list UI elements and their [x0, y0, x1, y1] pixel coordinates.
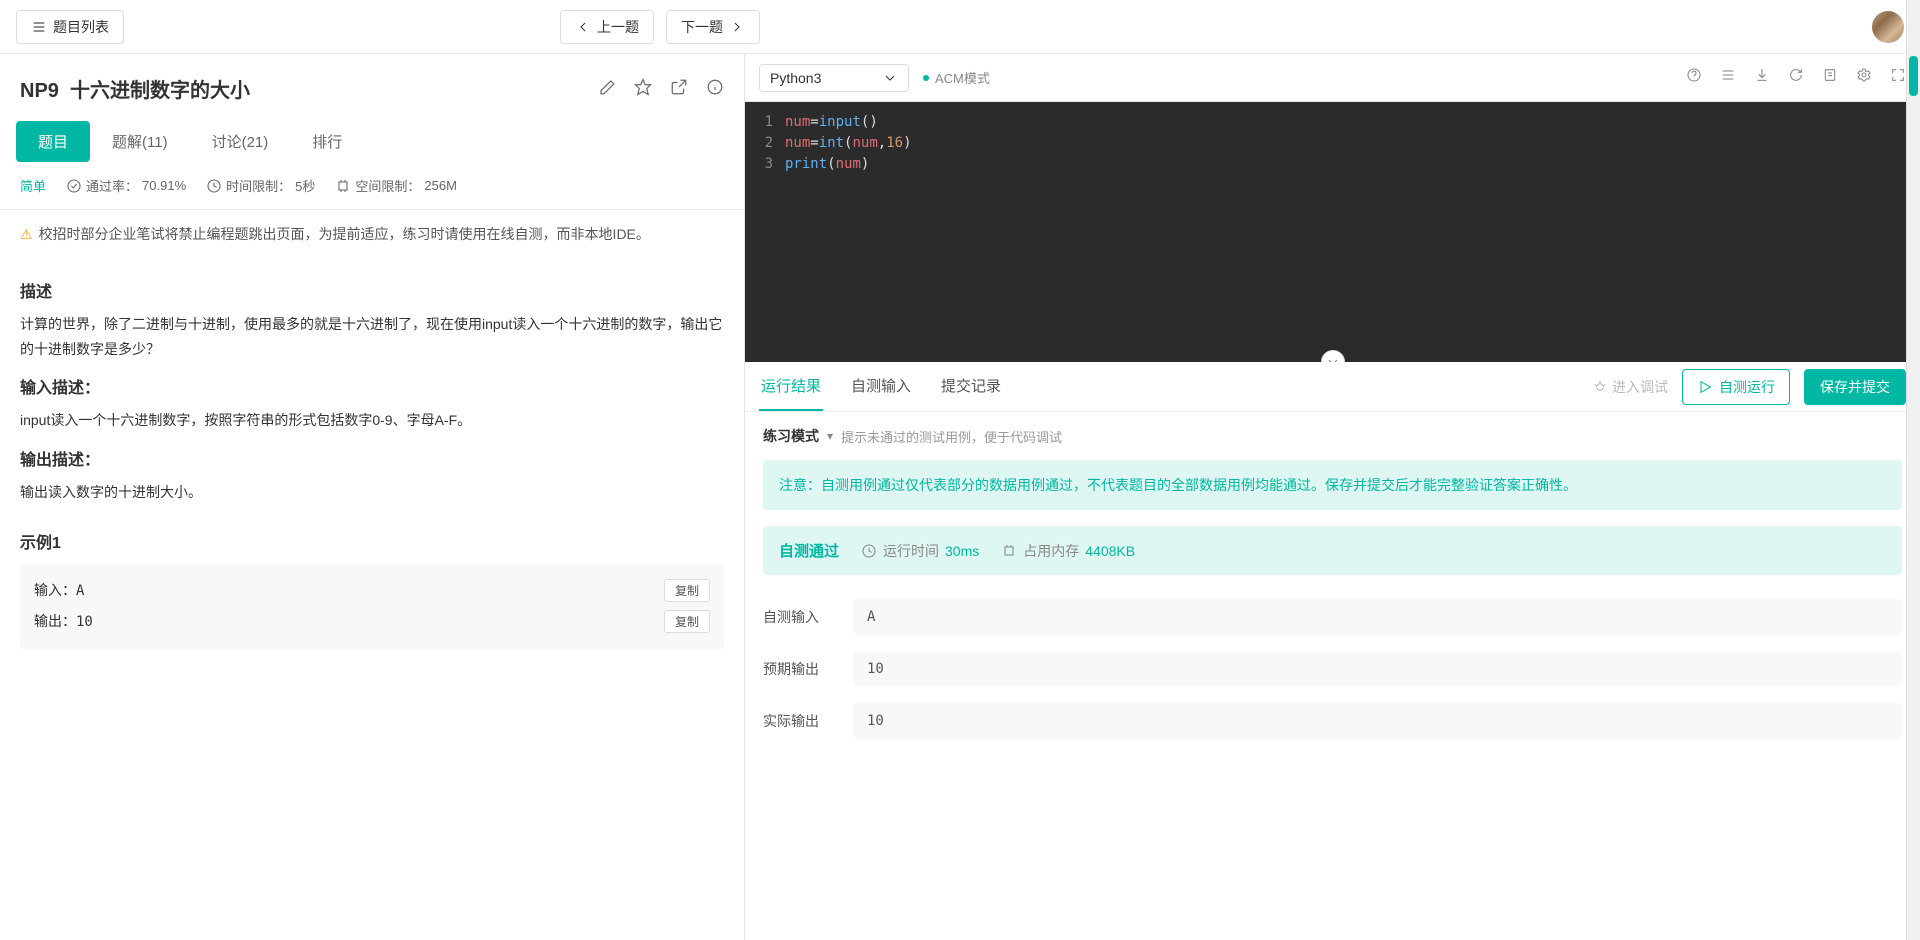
input-desc: input读入一个十六进制数字，按照字符串的形式包括数字0-9、字母A-F。 — [20, 408, 724, 433]
notes-icon[interactable] — [1822, 67, 1838, 88]
scrollbar[interactable] — [1906, 0, 1920, 940]
time-limit: 时间限制：5秒 — [206, 176, 315, 195]
copy-input-button[interactable]: 复制 — [664, 579, 710, 602]
check-badge-icon — [66, 178, 82, 194]
actual-output-value: 10 — [853, 703, 1902, 739]
chip-icon — [1001, 543, 1017, 559]
download-icon[interactable] — [1754, 67, 1770, 88]
expected-output-value: 10 — [853, 651, 1902, 687]
practice-hint: 提示未通过的测试用例，便于代码调试 — [841, 427, 1062, 446]
bug-icon — [1592, 379, 1608, 395]
memory-limit: 空间限制：256M — [335, 176, 457, 195]
practice-mode-dropdown[interactable]: ▾ — [827, 429, 833, 443]
collapse-editor-button[interactable] — [1321, 350, 1345, 362]
next-label: 下一题 — [681, 17, 723, 37]
avatar[interactable] — [1872, 11, 1904, 43]
refresh-icon[interactable] — [1788, 67, 1804, 88]
tab-problem[interactable]: 题目 — [16, 121, 90, 162]
pass-rate: 通过率：70.91% — [66, 176, 186, 195]
chevron-down-icon — [1325, 354, 1341, 362]
copy-output-button[interactable]: 复制 — [664, 610, 710, 633]
language-label: Python3 — [770, 70, 821, 86]
chevron-down-icon — [882, 70, 898, 86]
code-editor[interactable]: 1num=input() 2num=int(num,16) 3print(num… — [745, 102, 1920, 362]
example-block: 输入：A 复制 输出：10 复制 — [20, 563, 724, 649]
example-output: 输出：10 — [34, 611, 93, 631]
difficulty-badge: 简单 — [20, 176, 46, 195]
desc-heading: 描述 — [20, 278, 724, 302]
star-icon[interactable] — [634, 78, 652, 99]
problem-title: NP9 十六进制数字的大小 — [20, 74, 250, 103]
edit-icon[interactable] — [598, 78, 616, 99]
warning-icon: ⚠ — [20, 226, 33, 243]
chevron-right-icon — [729, 19, 745, 35]
info-icon[interactable] — [706, 78, 724, 99]
clock-icon — [206, 178, 222, 194]
clock-icon — [861, 543, 877, 559]
tab-run-result[interactable]: 运行结果 — [759, 362, 823, 411]
input-heading: 输入描述： — [20, 374, 724, 398]
practice-mode-label: 练习模式 — [763, 426, 819, 446]
chip-icon — [335, 178, 351, 194]
mode-dot-icon — [923, 75, 929, 81]
list-icon[interactable] — [1720, 67, 1736, 88]
self-input-row: 自测输入 A — [763, 591, 1902, 643]
status-text: 自测通过 — [779, 540, 839, 561]
tab-rank[interactable]: 排行 — [290, 121, 364, 162]
settings-icon[interactable] — [1856, 67, 1872, 88]
debug-button[interactable]: 进入调试 — [1592, 377, 1668, 397]
submit-button[interactable]: 保存并提交 — [1804, 369, 1906, 405]
output-heading: 输出描述： — [20, 446, 724, 470]
output-desc: 输出读入数字的十进制大小。 — [20, 480, 724, 505]
scrollbar-thumb[interactable] — [1909, 56, 1918, 96]
tab-solution[interactable]: 题解(11) — [90, 121, 190, 162]
warning-text: 校招时部分企业笔试将禁止编程题跳出页面，为提前适应，练习时请使用在线自测，而非本… — [39, 224, 650, 244]
example-input: 输入：A — [34, 580, 84, 600]
memory-stat: 占用内存 4408KB — [1001, 541, 1135, 561]
self-input-value: A — [853, 599, 1902, 635]
prev-label: 上一题 — [597, 17, 639, 37]
help-icon[interactable] — [1686, 67, 1702, 88]
problem-list-button[interactable]: 题目列表 — [16, 10, 124, 44]
problem-id: NP9 — [20, 80, 59, 102]
next-problem-button[interactable]: 下一题 — [666, 10, 760, 44]
fullscreen-icon[interactable] — [1890, 67, 1906, 88]
actual-output-row: 实际输出 10 — [763, 695, 1902, 747]
self-test-button[interactable]: 自测运行 — [1682, 369, 1790, 405]
runtime-stat: 运行时间 30ms — [861, 541, 979, 561]
language-select[interactable]: Python3 — [759, 64, 909, 92]
tab-discuss[interactable]: 讨论(21) — [190, 121, 291, 162]
chevron-left-icon — [575, 19, 591, 35]
list-icon — [31, 19, 47, 35]
prev-problem-button[interactable]: 上一题 — [560, 10, 654, 44]
desc-text: 计算的世界，除了二进制与十进制，使用最多的就是十六进制了，现在使用input读入… — [20, 312, 724, 362]
status-box: 自测通过 运行时间 30ms 占用内存 4408KB — [763, 526, 1902, 575]
code-panel: Python3 ACM模式 1num=input() 2num=int(num,… — [745, 54, 1920, 940]
share-icon[interactable] — [670, 78, 688, 99]
problem-list-label: 题目列表 — [53, 17, 109, 37]
expected-output-row: 预期输出 10 — [763, 643, 1902, 695]
problem-panel: NP9 十六进制数字的大小 题目 题解(11) 讨论(21) 排行 简单 通过率… — [0, 54, 745, 940]
tab-self-input[interactable]: 自测输入 — [849, 362, 913, 411]
play-icon — [1697, 379, 1713, 395]
mode-badge: ACM模式 — [923, 68, 990, 87]
notice-box: 注意：自测用例通过仅代表部分的数据用例通过，不代表题目的全部数据用例均能通过。保… — [763, 460, 1902, 510]
tab-history[interactable]: 提交记录 — [939, 362, 1003, 411]
example-heading: 示例1 — [20, 529, 724, 553]
problem-title-text: 十六进制数字的大小 — [70, 80, 250, 102]
